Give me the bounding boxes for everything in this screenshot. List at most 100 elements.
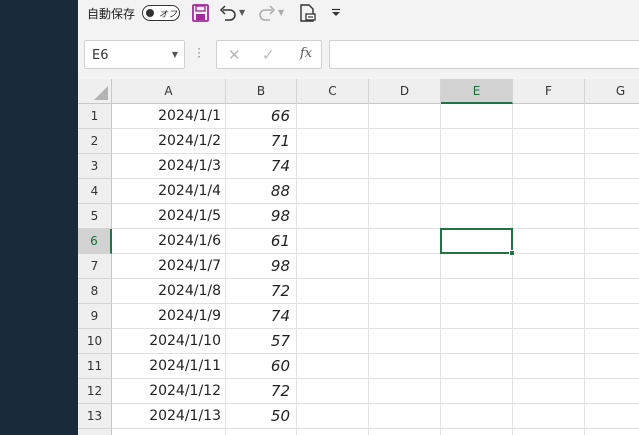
cell-c1[interactable] <box>297 104 369 129</box>
cell-f2[interactable] <box>513 129 585 154</box>
cell-e13[interactable] <box>441 404 513 429</box>
cell-c10[interactable] <box>297 329 369 354</box>
cell-f9[interactable] <box>513 304 585 329</box>
cell-g11[interactable] <box>585 354 639 379</box>
cell-c11[interactable] <box>297 354 369 379</box>
insert-function-icon[interactable]: fx <box>300 46 312 61</box>
cell-a3[interactable]: 2024/1/3 <box>112 154 226 179</box>
cell-e2[interactable] <box>441 129 513 154</box>
row-header[interactable]: 13 <box>78 404 112 429</box>
column-header-c[interactable]: C <box>297 79 369 104</box>
cell-d[interactable] <box>369 429 441 435</box>
column-header-b[interactable]: B <box>226 79 297 104</box>
cell-d12[interactable] <box>369 379 441 404</box>
column-header-g[interactable]: G <box>585 79 639 104</box>
cell-f8[interactable] <box>513 279 585 304</box>
cell-d4[interactable] <box>369 179 441 204</box>
row-header[interactable]: 10 <box>78 329 112 354</box>
cell-b7[interactable]: 98 <box>226 254 297 279</box>
more-options-icon[interactable]: · · · <box>197 43 201 63</box>
row-header[interactable]: 11 <box>78 354 112 379</box>
cell-c7[interactable] <box>297 254 369 279</box>
row-header[interactable]: 12 <box>78 379 112 404</box>
row-header[interactable]: 6 <box>78 229 112 254</box>
cell-f3[interactable] <box>513 154 585 179</box>
save-icon[interactable] <box>192 4 209 22</box>
row-header[interactable]: 7 <box>78 254 112 279</box>
cell-c2[interactable] <box>297 129 369 154</box>
cell-e11[interactable] <box>441 354 513 379</box>
cell-a5[interactable]: 2024/1/5 <box>112 204 226 229</box>
cell-f[interactable] <box>513 429 585 435</box>
cell-c9[interactable] <box>297 304 369 329</box>
cell-f11[interactable] <box>513 354 585 379</box>
cell-a10[interactable]: 2024/1/10 <box>112 329 226 354</box>
cell-c5[interactable] <box>297 204 369 229</box>
cell-g1[interactable] <box>585 104 639 129</box>
cell-b12[interactable]: 72 <box>226 379 297 404</box>
cell-b2[interactable]: 71 <box>226 129 297 154</box>
row-header[interactable]: 1 <box>78 104 112 129</box>
cell-f5[interactable] <box>513 204 585 229</box>
cell-c12[interactable] <box>297 379 369 404</box>
cell-g12[interactable] <box>585 379 639 404</box>
column-header-e[interactable]: E <box>441 79 513 104</box>
cell-a6[interactable]: 2024/1/6 <box>112 229 226 254</box>
cell-f13[interactable] <box>513 404 585 429</box>
row-header[interactable]: 8 <box>78 279 112 304</box>
cell-c3[interactable] <box>297 154 369 179</box>
cell-b3[interactable]: 74 <box>226 154 297 179</box>
chevron-down-icon[interactable]: ▼ <box>172 50 178 59</box>
cell-e12[interactable] <box>441 379 513 404</box>
cell-e9[interactable] <box>441 304 513 329</box>
cell-d8[interactable] <box>369 279 441 304</box>
redo-dropdown-icon[interactable]: ▼ <box>278 8 284 17</box>
cell-g9[interactable] <box>585 304 639 329</box>
redo-icon[interactable] <box>258 4 276 22</box>
row-header[interactable]: 4 <box>78 179 112 204</box>
cell-b[interactable] <box>226 429 297 435</box>
cell-g7[interactable] <box>585 254 639 279</box>
cell-e1[interactable] <box>441 104 513 129</box>
row-header[interactable]: 3 <box>78 154 112 179</box>
cell-b11[interactable]: 60 <box>226 354 297 379</box>
cell-d3[interactable] <box>369 154 441 179</box>
cell-g8[interactable] <box>585 279 639 304</box>
cell-a7[interactable]: 2024/1/7 <box>112 254 226 279</box>
cell-b6[interactable]: 61 <box>226 229 297 254</box>
cell-b9[interactable]: 74 <box>226 304 297 329</box>
cell-a13[interactable]: 2024/1/13 <box>112 404 226 429</box>
cell-d10[interactable] <box>369 329 441 354</box>
cell-a[interactable] <box>112 429 226 435</box>
cell-d5[interactable] <box>369 204 441 229</box>
cell-b1[interactable]: 66 <box>226 104 297 129</box>
cell-g13[interactable] <box>585 404 639 429</box>
cell-f7[interactable] <box>513 254 585 279</box>
cell-e4[interactable] <box>441 179 513 204</box>
row-header[interactable]: 2 <box>78 129 112 154</box>
cell-c13[interactable] <box>297 404 369 429</box>
cell-e3[interactable] <box>441 154 513 179</box>
cell-f10[interactable] <box>513 329 585 354</box>
enter-icon[interactable]: ✓ <box>262 46 275 64</box>
formula-input[interactable] <box>329 40 639 69</box>
cell-f6[interactable] <box>513 229 585 254</box>
column-header-f[interactable]: F <box>513 79 585 104</box>
cell-g2[interactable] <box>585 129 639 154</box>
cell-e7[interactable] <box>441 254 513 279</box>
fill-handle[interactable] <box>509 250 515 256</box>
spreadsheet-grid[interactable]: A B C D E F G 1 2024/1/1 66 2 2024/1/2 71 3 2024/1/3 74… <box>78 79 639 435</box>
column-header-a[interactable]: A <box>112 79 226 104</box>
undo-icon[interactable] <box>219 4 237 22</box>
cell-g3[interactable] <box>585 154 639 179</box>
cell-e10[interactable] <box>441 329 513 354</box>
cell-c4[interactable] <box>297 179 369 204</box>
cell-c8[interactable] <box>297 279 369 304</box>
row-header[interactable]: 5 <box>78 204 112 229</box>
autosave-toggle[interactable]: オフ <box>142 5 180 21</box>
cell-a1[interactable]: 2024/1/1 <box>112 104 226 129</box>
cell-a2[interactable]: 2024/1/2 <box>112 129 226 154</box>
cell-d13[interactable] <box>369 404 441 429</box>
cell-d7[interactable] <box>369 254 441 279</box>
cell-d2[interactable] <box>369 129 441 154</box>
